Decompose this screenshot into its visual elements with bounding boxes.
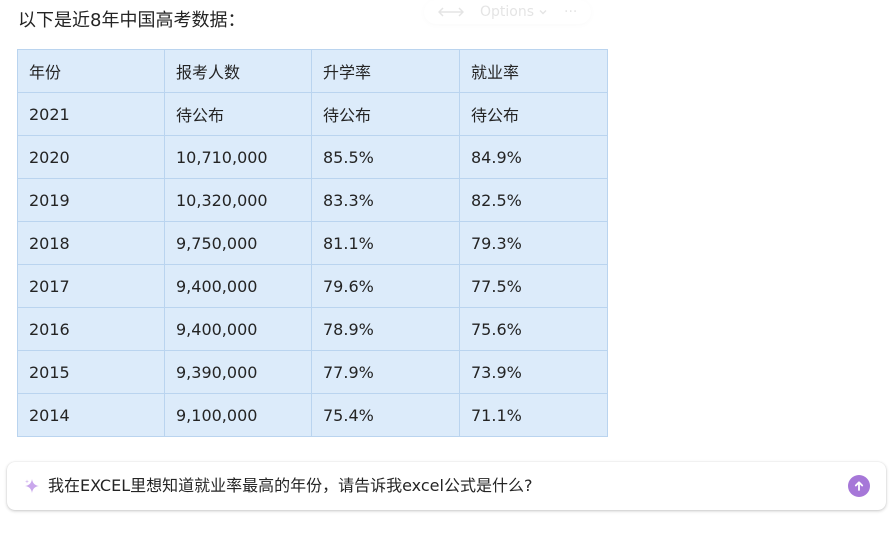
chevron-down-icon bbox=[539, 10, 547, 15]
table-cell: 75.6% bbox=[459, 307, 608, 351]
table-cell: 待公布 bbox=[459, 92, 608, 136]
table-header-cell: 升学率 bbox=[311, 49, 460, 93]
table-cell: 75.4% bbox=[311, 393, 460, 437]
table-row: 2017 9,400,000 79.6% 77.5% bbox=[17, 264, 608, 308]
table-cell: 9,750,000 bbox=[164, 221, 312, 265]
table-header-cell: 报考人数 bbox=[164, 49, 312, 93]
table-row: 2021 待公布 待公布 待公布 bbox=[17, 92, 608, 136]
gaokao-data-table: 年份 报考人数 升学率 就业率 2021 待公布 待公布 待公布 2020 10… bbox=[17, 49, 608, 437]
table-cell: 10,320,000 bbox=[164, 178, 312, 222]
table-cell: 83.3% bbox=[311, 178, 460, 222]
more-icon: ··· bbox=[564, 4, 578, 20]
sparkle-icon bbox=[25, 479, 39, 493]
table-cell: 10,710,000 bbox=[164, 135, 312, 179]
swap-button[interactable] bbox=[438, 5, 464, 19]
arrow-up-icon bbox=[854, 481, 864, 491]
table-row: 2018 9,750,000 81.1% 79.3% bbox=[17, 221, 608, 265]
table-cell: 71.1% bbox=[459, 393, 608, 437]
table-cell: 77.9% bbox=[311, 350, 460, 394]
table-cell: 79.6% bbox=[311, 264, 460, 308]
table-cell: 73.9% bbox=[459, 350, 608, 394]
options-button[interactable]: Options bbox=[480, 4, 548, 20]
table-row: 2019 10,320,000 83.3% 82.5% bbox=[17, 178, 608, 222]
table-cell: 84.9% bbox=[459, 135, 608, 179]
table-cell: 2021 bbox=[17, 92, 165, 136]
table-row: 2020 10,710,000 85.5% 84.9% bbox=[17, 135, 608, 179]
message-intro: 以下是近8年中国高考数据： bbox=[18, 10, 246, 31]
prompt-text[interactable]: 我在EXCEL里想知道就业率最高的年份，请告诉我excel公式是什么? bbox=[48, 475, 532, 497]
table-cell: 2020 bbox=[17, 135, 165, 179]
options-label: Options bbox=[480, 4, 535, 20]
table-cell: 2018 bbox=[17, 221, 165, 265]
table-cell: 85.5% bbox=[311, 135, 460, 179]
table-cell: 2017 bbox=[17, 264, 165, 308]
table-cell: 2015 bbox=[17, 350, 165, 394]
table-header-cell: 年份 bbox=[17, 49, 165, 93]
arrows-left-right-icon bbox=[438, 7, 464, 17]
table-cell: 待公布 bbox=[164, 92, 312, 136]
table-row: 2014 9,100,000 75.4% 71.1% bbox=[17, 393, 608, 437]
table-cell: 待公布 bbox=[311, 92, 460, 136]
table-cell: 2014 bbox=[17, 393, 165, 437]
table-cell: 9,390,000 bbox=[164, 350, 312, 394]
more-options-button[interactable]: ··· bbox=[564, 4, 577, 20]
table-row: 2015 9,390,000 77.9% 73.9% bbox=[17, 350, 608, 394]
table-cell: 9,400,000 bbox=[164, 307, 312, 351]
table-cell: 77.5% bbox=[459, 264, 608, 308]
table-row: 2016 9,400,000 78.9% 75.6% bbox=[17, 307, 608, 351]
table-cell: 9,400,000 bbox=[164, 264, 312, 308]
table-cell: 79.3% bbox=[459, 221, 608, 265]
table-header-cell: 就业率 bbox=[459, 49, 608, 93]
table-cell: 9,100,000 bbox=[164, 393, 312, 437]
send-button[interactable] bbox=[848, 475, 870, 497]
table-header-row: 年份 报考人数 升学率 就业率 bbox=[17, 49, 608, 93]
table-cell: 2016 bbox=[17, 307, 165, 351]
prompt-composer[interactable]: 我在EXCEL里想知道就业率最高的年份，请告诉我excel公式是什么? bbox=[7, 462, 886, 510]
table-cell: 82.5% bbox=[459, 178, 608, 222]
table-cell: 81.1% bbox=[311, 221, 460, 265]
table-cell: 78.9% bbox=[311, 307, 460, 351]
message-toolbar: Options ··· bbox=[424, 0, 591, 24]
table-cell: 2019 bbox=[17, 178, 165, 222]
